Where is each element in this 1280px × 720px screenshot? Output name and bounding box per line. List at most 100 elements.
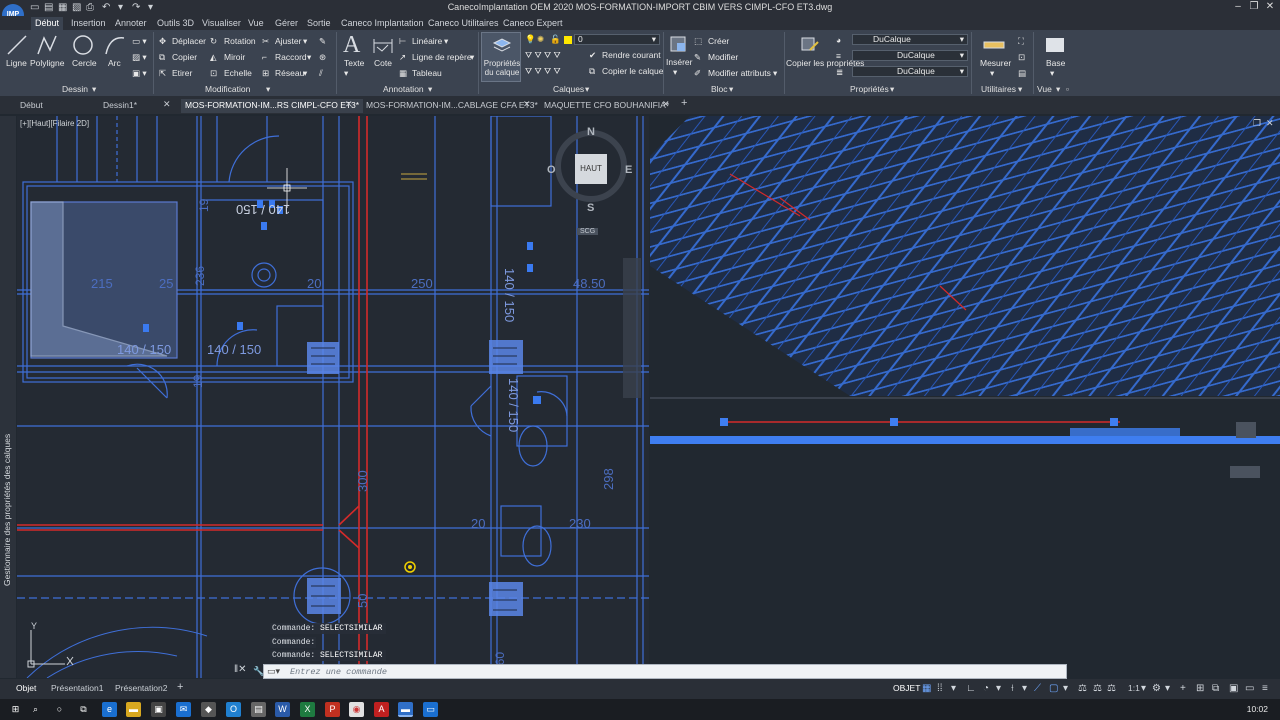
- annotation-scale-icon[interactable]: ⚖: [1078, 683, 1087, 694]
- proprietes-expand-icon[interactable]: ▾: [890, 84, 894, 95]
- reseau-button[interactable]: Réseau: [275, 68, 304, 78]
- object-snap-icon[interactable]: ▢: [1049, 683, 1058, 694]
- caneco-app-icon[interactable]: ▬: [398, 702, 413, 717]
- viewport-maximize-icon[interactable]: ❐: [1253, 118, 1261, 129]
- arc-button[interactable]: Arc: [108, 58, 121, 68]
- match-properties-icon[interactable]: [800, 34, 820, 54]
- hatch-icon[interactable]: ▨ ▾: [132, 52, 147, 63]
- viewcube-face[interactable]: HAUT: [575, 154, 607, 184]
- polar-dropdown-icon[interactable]: ▾: [996, 683, 1001, 694]
- ajuster-button[interactable]: Ajuster: [275, 36, 301, 46]
- snap-icon[interactable]: ⁞⁞: [937, 683, 943, 694]
- calques-expand-icon[interactable]: ▾: [585, 84, 589, 95]
- ligne-repere-dropdown-icon[interactable]: ▾: [470, 52, 474, 63]
- polyligne-button[interactable]: Polyligne: [30, 58, 65, 68]
- acrobat-icon[interactable]: A: [374, 702, 389, 717]
- quick-select-icon[interactable]: ⊡: [1018, 52, 1025, 63]
- close-tab-icon[interactable]: ✕: [345, 99, 353, 110]
- rectangle-icon[interactable]: ▭ ▾: [132, 36, 147, 47]
- tab-presentation2[interactable]: Présentation2: [115, 683, 167, 693]
- viewport-close-icon[interactable]: ✕: [1266, 118, 1274, 129]
- lineaire-dropdown-icon[interactable]: ▾: [444, 36, 448, 47]
- couleur-select[interactable]: DuCalque ▾: [852, 34, 968, 45]
- panel-title-modification[interactable]: Modification: [205, 84, 250, 94]
- panel-title-utilitaires[interactable]: Utilitaires: [981, 84, 1016, 94]
- task-view-icon[interactable]: ⧉: [76, 702, 91, 717]
- raccord-button[interactable]: Raccord: [275, 52, 307, 62]
- echelle-button[interactable]: Echelle: [224, 68, 252, 78]
- compass-west[interactable]: O: [547, 164, 556, 176]
- tableau-button[interactable]: Tableau: [412, 68, 442, 78]
- erase-icon[interactable]: ✎: [319, 36, 326, 47]
- tab-annoter[interactable]: Annoter: [111, 17, 151, 30]
- workspace-gear-icon[interactable]: ⚙: [1152, 683, 1161, 694]
- region-icon[interactable]: ▣ ▾: [132, 68, 147, 79]
- command-prompt-icon[interactable]: ▭▾: [267, 666, 280, 677]
- auto-scale-icon[interactable]: ⚖: [1107, 683, 1116, 694]
- raccord-dropdown-icon[interactable]: ▾: [307, 52, 311, 63]
- viewport-3d[interactable]: ❐ ✕: [650, 116, 1280, 678]
- mesurer-dropdown-icon[interactable]: ▾: [990, 68, 994, 79]
- ribbon-options-icon[interactable]: ▫: [1066, 84, 1069, 94]
- explode-icon[interactable]: ⊛: [319, 52, 326, 63]
- file-explorer-icon[interactable]: ▬: [126, 702, 141, 717]
- compass-south[interactable]: S: [587, 202, 594, 214]
- ligne-repere-button[interactable]: Ligne de repère: [412, 52, 472, 62]
- dimension-icon[interactable]: [372, 35, 394, 55]
- inserer-dropdown-icon[interactable]: ▾: [673, 67, 677, 78]
- text-icon[interactable]: A: [343, 32, 360, 59]
- model-space-button[interactable]: OBJET: [893, 683, 920, 693]
- doc-tab-debut[interactable]: Début: [16, 99, 47, 113]
- epaisseur-select[interactable]: DuCalque ▾: [852, 66, 968, 77]
- layer-lock-icon[interactable]: 🔓: [550, 34, 561, 45]
- outlook-icon[interactable]: O: [226, 702, 241, 717]
- arc-icon[interactable]: [104, 34, 126, 56]
- 3d-model-drawing[interactable]: [650, 116, 1280, 678]
- modifier-attributs-dropdown-icon[interactable]: ▾: [773, 68, 777, 79]
- store-icon[interactable]: ▣: [151, 702, 166, 717]
- units-icon[interactable]: ⊞: [1196, 683, 1204, 694]
- measure-icon[interactable]: [983, 36, 1005, 54]
- modification-expand-icon[interactable]: ▾: [266, 84, 270, 95]
- tab-insertion[interactable]: Insertion: [67, 17, 110, 30]
- mail-icon[interactable]: ✉: [176, 702, 191, 717]
- line-icon[interactable]: [6, 34, 28, 56]
- tab-gerer[interactable]: Gérer: [271, 17, 302, 30]
- reseau-dropdown-icon[interactable]: ▾: [303, 68, 307, 79]
- new-tab-icon[interactable]: +: [681, 97, 687, 109]
- dessin-expand-icon[interactable]: ▾: [92, 84, 96, 95]
- ucs-menu-button[interactable]: SCG: [577, 228, 599, 235]
- ortho-icon[interactable]: ∟: [966, 683, 976, 694]
- layer-on-icon[interactable]: 💡: [525, 34, 536, 45]
- copier-button[interactable]: Copier: [172, 52, 197, 62]
- edge-icon[interactable]: e: [102, 702, 117, 717]
- tab-presentation1[interactable]: Présentation1: [51, 683, 103, 693]
- doc-tab-cimpl-cfo[interactable]: MOS-FORMATION-IM...RS CIMPL-CFO ET3*: [181, 99, 364, 113]
- creer-button[interactable]: Créer: [708, 36, 729, 46]
- object-snap-dropdown-icon[interactable]: ▾: [1063, 683, 1068, 694]
- rendre-courant-button[interactable]: Rendre courant: [602, 50, 661, 60]
- tab-vue[interactable]: Vue: [244, 17, 268, 30]
- annotation-monitor-icon[interactable]: +: [1180, 683, 1186, 694]
- bloc-expand-icon[interactable]: ▾: [729, 84, 733, 95]
- tab-caneco-utilitaires[interactable]: Caneco Utilitaires: [424, 17, 503, 30]
- calculator-icon[interactable]: ▤: [1018, 68, 1026, 79]
- tab-sortie[interactable]: Sortie: [303, 17, 335, 30]
- copier-calque-button[interactable]: Copier le calque: [602, 66, 663, 76]
- polar-icon[interactable]: ◔: [983, 683, 989, 694]
- hardware-acceleration-icon[interactable]: ▣: [1229, 683, 1238, 694]
- ajuster-dropdown-icon[interactable]: ▾: [303, 36, 307, 47]
- app2-icon[interactable]: ▭: [423, 702, 438, 717]
- polyline-icon[interactable]: [36, 34, 58, 56]
- navigation-bar[interactable]: [623, 258, 641, 398]
- taskbar-clock[interactable]: 10:02: [1247, 704, 1268, 714]
- panel-title-proprietes[interactable]: Propriétés: [850, 84, 889, 94]
- isodraft-icon[interactable]: ⟊: [1011, 683, 1014, 694]
- layer-freeze-icon[interactable]: ✺: [537, 34, 544, 45]
- select-similar-icon[interactable]: ⛶: [1018, 36, 1024, 47]
- powerpoint-icon[interactable]: P: [325, 702, 340, 717]
- customization-icon[interactable]: ≡: [1262, 683, 1268, 694]
- close-tab-icon[interactable]: ✕: [523, 99, 531, 110]
- annotation-visibility-icon[interactable]: ⚖: [1093, 683, 1102, 694]
- texte-dropdown-icon[interactable]: ▾: [344, 68, 348, 79]
